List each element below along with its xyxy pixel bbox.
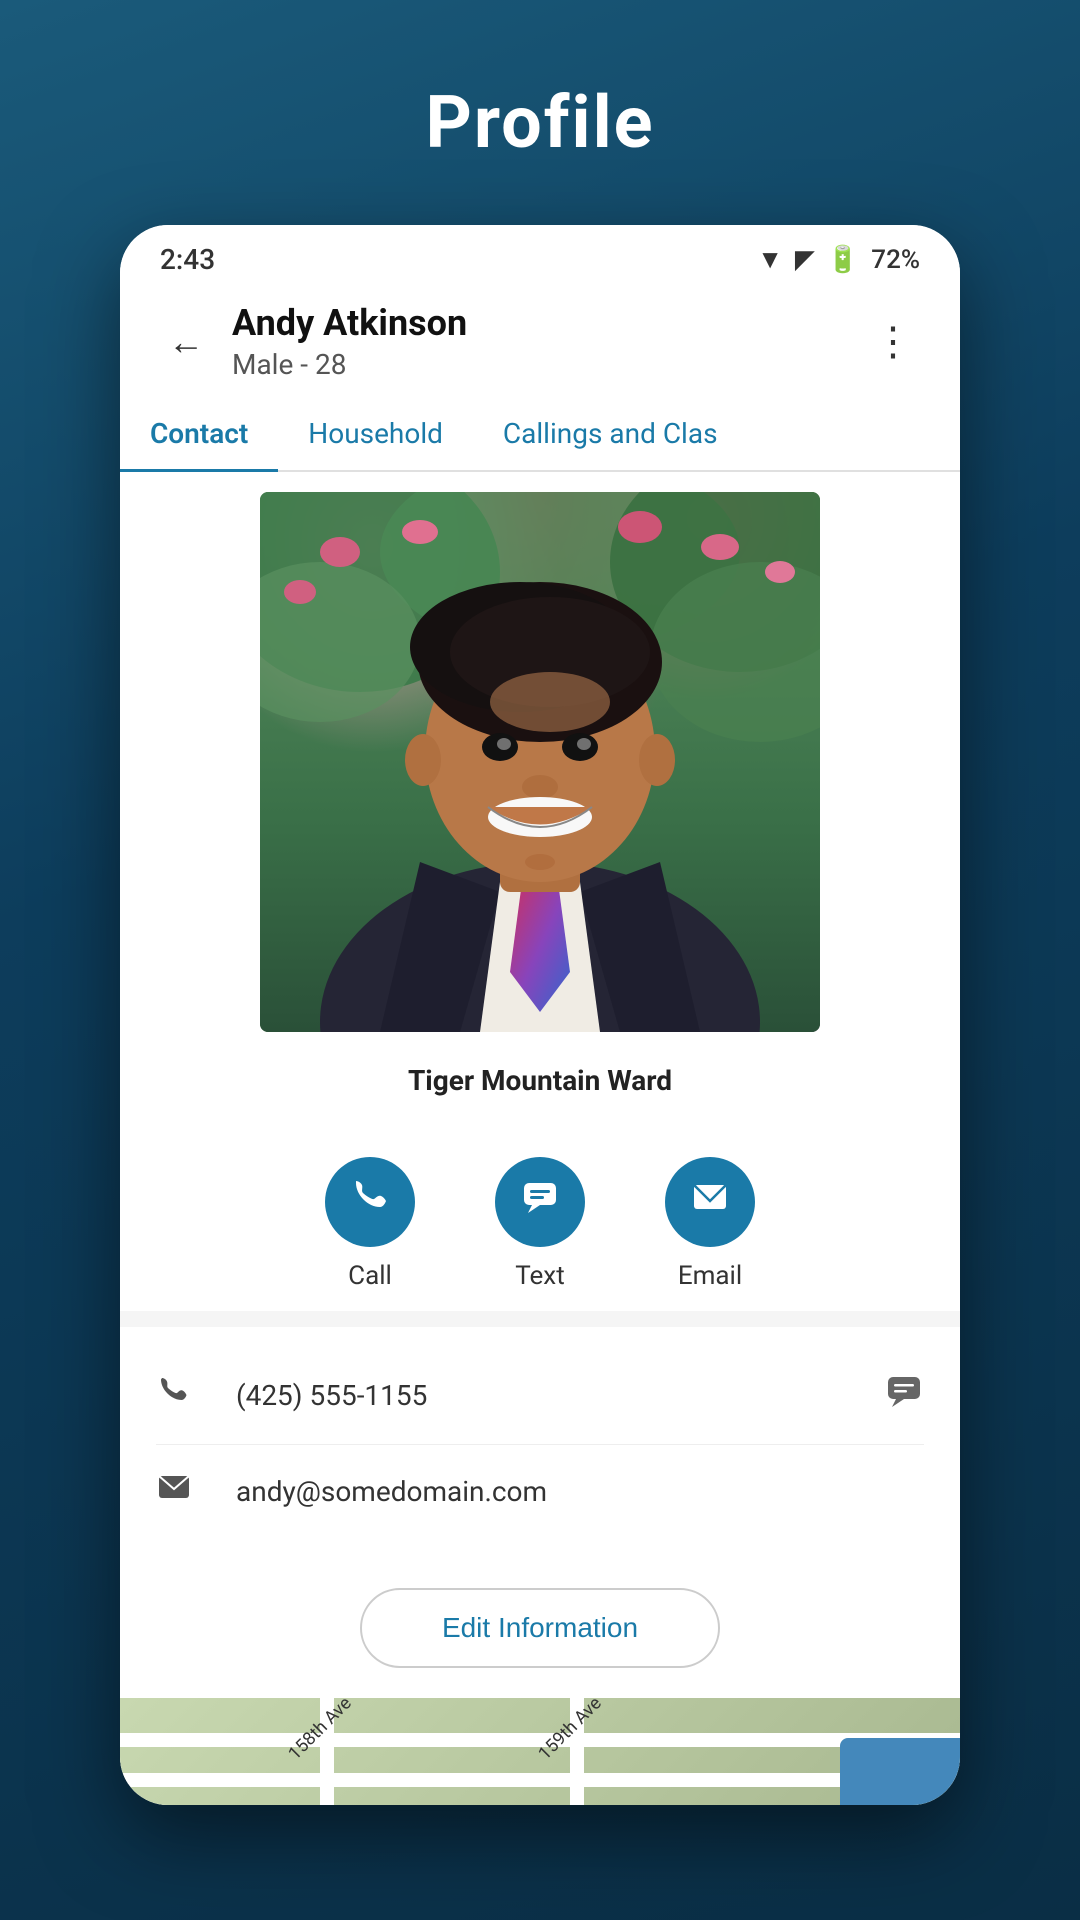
- edit-information-button[interactable]: Edit Information: [360, 1588, 720, 1668]
- more-options-button[interactable]: ⋮: [864, 312, 924, 372]
- signal-icon: ◤: [795, 245, 815, 275]
- contact-info-card: (425) 555-1155 andy: [120, 1327, 960, 1558]
- email-row: andy@somedomain.com: [156, 1445, 924, 1538]
- battery-icon: 🔋: [827, 245, 859, 275]
- phone-row-icon: [156, 1373, 216, 1418]
- map-water-area: [840, 1738, 960, 1805]
- more-dots-icon: ⋮: [873, 318, 915, 365]
- edit-section: Edit Information: [120, 1558, 960, 1698]
- tab-callings[interactable]: Callings and Clas: [473, 397, 748, 470]
- status-bar: 2:43 ▼ ◤ 🔋 72%: [120, 225, 960, 286]
- profile-photo: [260, 492, 820, 1032]
- sms-action-icon[interactable]: [884, 1371, 924, 1420]
- email-value: andy@somedomain.com: [236, 1475, 924, 1508]
- header-info: Andy Atkinson Male - 28: [232, 302, 864, 381]
- call-label: Call: [348, 1261, 392, 1291]
- profile-section: Tiger Mountain Ward: [120, 472, 960, 1127]
- text-circle: [495, 1157, 585, 1247]
- text-button[interactable]: Text: [495, 1157, 585, 1291]
- text-icon: [518, 1175, 562, 1229]
- text-label: Text: [515, 1261, 564, 1291]
- profile-photo-svg: [260, 492, 820, 1032]
- person-subtitle: Male - 28: [232, 348, 864, 381]
- email-row-icon: [156, 1469, 216, 1514]
- call-button[interactable]: Call: [325, 1157, 415, 1291]
- content-area: Tiger Mountain Ward Call: [120, 472, 960, 1805]
- email-label: Email: [678, 1261, 742, 1291]
- phone-frame: 2:43 ▼ ◤ 🔋 72% ← Andy Atkinson Male - 28…: [120, 225, 960, 1805]
- tab-household[interactable]: Household: [278, 397, 473, 470]
- back-arrow-icon: ←: [168, 321, 204, 363]
- email-icon: [688, 1175, 732, 1229]
- back-button[interactable]: ←: [156, 312, 216, 372]
- phone-row: (425) 555-1155: [156, 1347, 924, 1445]
- wifi-icon: ▼: [757, 244, 783, 275]
- page-title: Profile: [425, 80, 654, 165]
- map-preview: 158th Ave 159th Ave: [120, 1698, 960, 1805]
- status-time: 2:43: [160, 243, 215, 276]
- email-circle: [665, 1157, 755, 1247]
- ward-name: Tiger Mountain Ward: [408, 1064, 672, 1097]
- call-circle: [325, 1157, 415, 1247]
- map-road-h2: [120, 1773, 960, 1787]
- tab-contact[interactable]: Contact: [120, 397, 278, 470]
- battery-percentage: 72%: [871, 245, 920, 275]
- call-icon: [348, 1175, 392, 1229]
- email-button[interactable]: Email: [665, 1157, 755, 1291]
- phone-value: (425) 555-1155: [236, 1379, 884, 1412]
- action-buttons: Call Text: [120, 1127, 960, 1311]
- header: ← Andy Atkinson Male - 28 ⋮: [120, 286, 960, 397]
- tabs: Contact Household Callings and Clas: [120, 397, 960, 472]
- status-icons: ▼ ◤ 🔋 72%: [757, 244, 920, 275]
- person-name: Andy Atkinson: [232, 302, 864, 344]
